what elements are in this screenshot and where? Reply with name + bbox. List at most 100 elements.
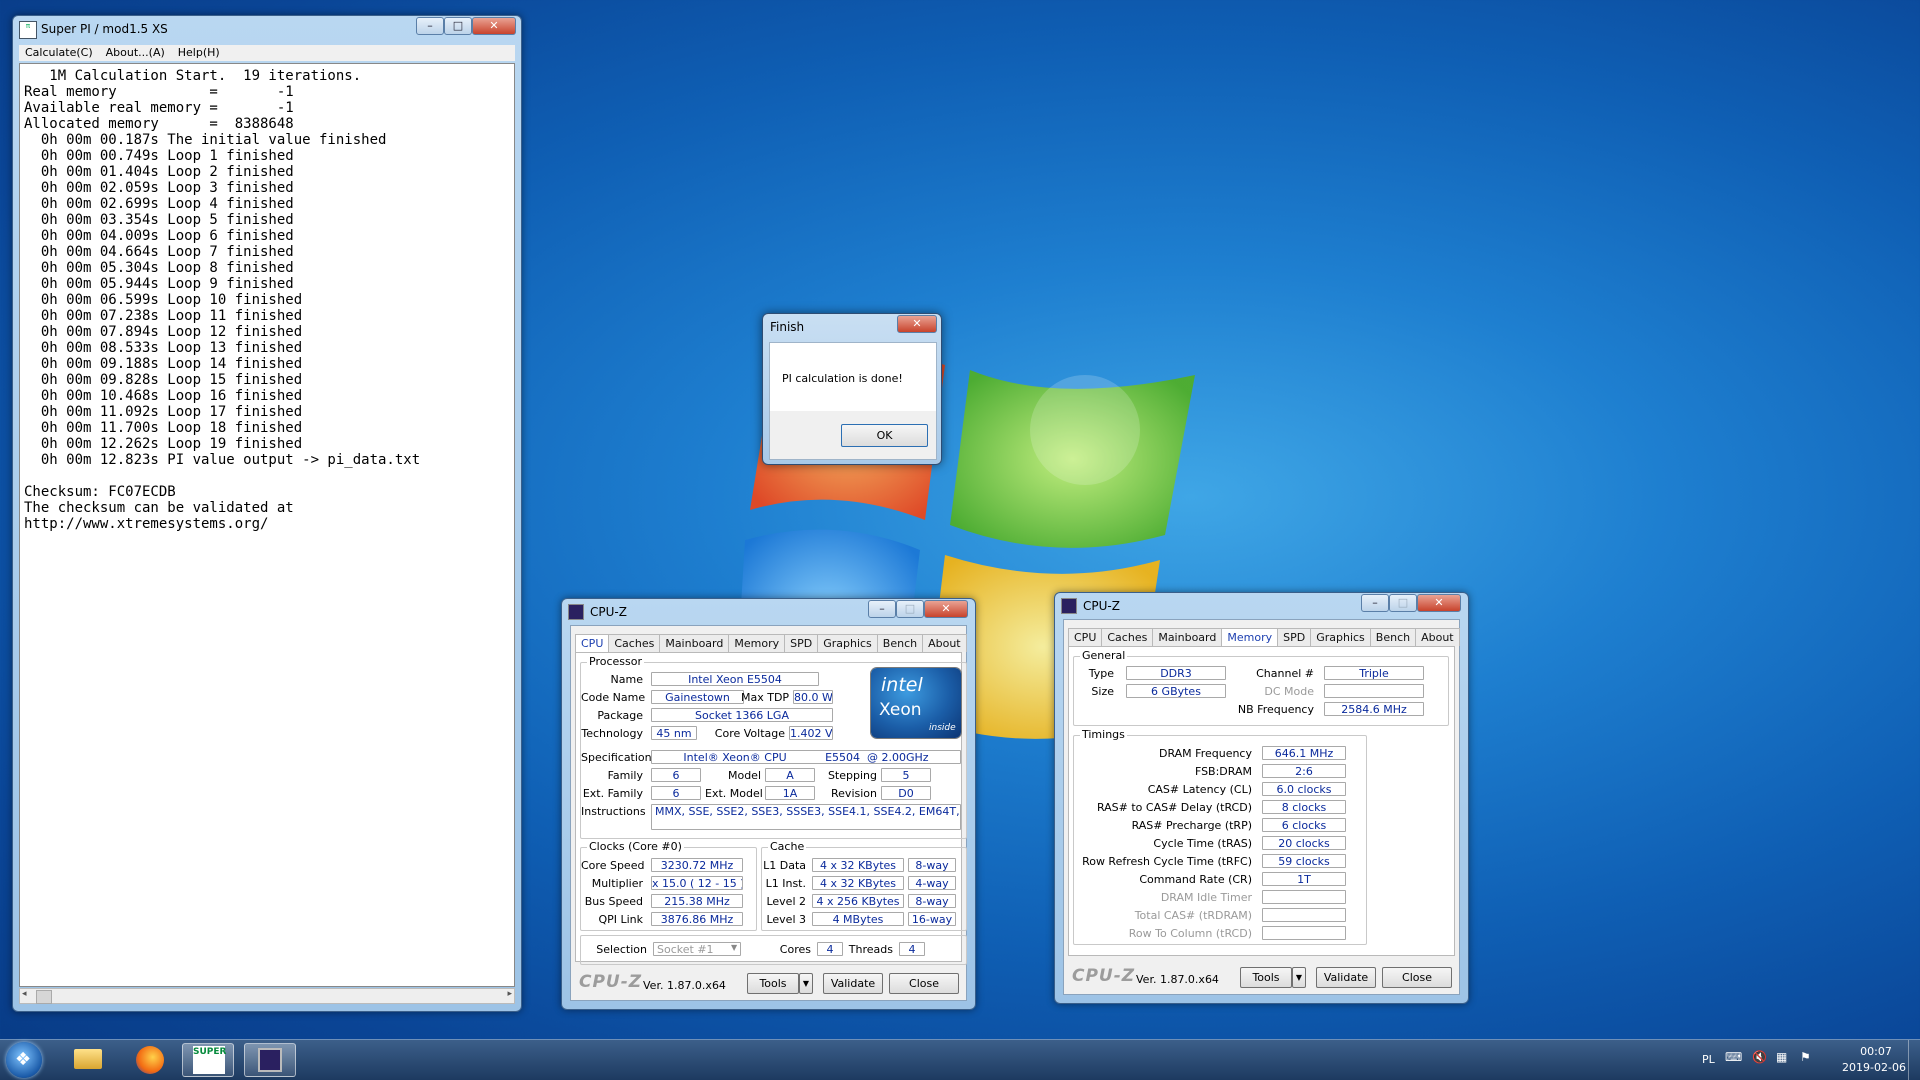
selection-group: Selection Socket #1 ▼ Cores 4 Threads 4	[580, 935, 967, 965]
taskbar-firefox[interactable]	[124, 1043, 176, 1077]
processor-group: Processor Name Intel Xeon E5504 Code Nam…	[580, 655, 967, 839]
folder-icon	[74, 1049, 102, 1069]
timing-label: Total CAS# (tRDRAM)	[1134, 909, 1252, 922]
tab-spd[interactable]: SPD	[1277, 628, 1312, 646]
timing-label: RAS# Precharge (tRP)	[1131, 819, 1252, 832]
close-button[interactable]: ✕	[472, 17, 516, 35]
cache-group: Cache L1 Data 4 x 32 KBytes 8-way L1 Ins…	[761, 840, 967, 931]
cpuz-cpu-window[interactable]: CPU-Z – □ ✕ CPU Caches Mainboard Memory SPD G…	[561, 598, 976, 1010]
tab-graphics[interactable]: Graphics	[817, 634, 878, 652]
console-line: 1M Calculation Start. 19 iterations.	[24, 68, 362, 84]
tab-cpu[interactable]: CPU	[1068, 628, 1103, 646]
console-line: 0h 00m 04.664s Loop 7 finished	[24, 244, 294, 260]
tools-button[interactable]: Tools	[747, 973, 799, 994]
taskbar-explorer[interactable]	[62, 1043, 114, 1077]
cpuz-footer: CPU-Z Ver. 1.87.0.x64 Tools ▼ Validate C…	[1064, 958, 1459, 994]
socket-select[interactable]: Socket #1	[653, 942, 741, 956]
horizontal-scrollbar[interactable]: ◂ ▸	[19, 988, 515, 1004]
tools-dropdown-button[interactable]: ▼	[799, 973, 813, 994]
tab-about[interactable]: About	[922, 634, 967, 652]
threads-value: 4	[899, 942, 925, 956]
superpi-window[interactable]: π Super PI / mod1.5 XS – □ ✕ Calculate(C…	[12, 15, 522, 1012]
tab-bench[interactable]: Bench	[876, 634, 924, 652]
tab-memory[interactable]: Memory	[728, 634, 786, 652]
close-app-button[interactable]: Close	[889, 973, 959, 994]
taskbar-cpuz[interactable]	[244, 1043, 296, 1077]
console-line: 0h 00m 09.188s Loop 14 finished	[24, 356, 303, 372]
tab-caches[interactable]: Caches	[1101, 628, 1154, 646]
taskbar-superpi[interactable]: SUPER	[182, 1043, 234, 1077]
console-line: 0h 00m 00.187s The initial value finishe…	[24, 132, 387, 148]
dialog-ok-button[interactable]: OK	[841, 424, 928, 447]
language-indicator[interactable]: PL	[1702, 1053, 1715, 1066]
stepping-value: 5	[881, 768, 931, 782]
dialog-message: PI calculation is done!	[782, 372, 903, 385]
tools-button[interactable]: Tools	[1240, 967, 1292, 988]
qpi-link-value: 3876.86 MHz	[651, 912, 743, 926]
action-center-icon[interactable]: ⚑	[1800, 1050, 1811, 1064]
timing-value: 8 clocks	[1262, 800, 1346, 814]
tab-caches[interactable]: Caches	[608, 634, 661, 652]
dialog-close-button[interactable]: ✕	[897, 315, 937, 333]
tab-cpu[interactable]: CPU	[575, 634, 610, 653]
console-line: http://www.xtremesystems.org/	[24, 516, 269, 532]
console-line: 0h 00m 05.304s Loop 8 finished	[24, 260, 294, 276]
bus-speed-value: 215.38 MHz	[651, 894, 743, 908]
validate-button[interactable]: Validate	[1316, 967, 1376, 988]
cpuz-memory-window[interactable]: CPU-Z – □ ✕ CPU Caches Mainboard Memory SPD G…	[1054, 592, 1469, 1004]
start-button[interactable]: ❖	[6, 1042, 42, 1078]
console-line: 0h 00m 06.599s Loop 10 finished	[24, 292, 303, 308]
keyboard-icon[interactable]: ⌨	[1725, 1050, 1742, 1064]
console-line: 0h 00m 07.894s Loop 12 finished	[24, 324, 303, 340]
l1-data-assoc: 8-way	[908, 858, 956, 872]
close-app-button[interactable]: Close	[1382, 967, 1452, 988]
minimize-button[interactable]: –	[416, 17, 444, 35]
package-value: Socket 1366 LGA	[651, 708, 833, 722]
tools-dropdown-button[interactable]: ▼	[1292, 967, 1306, 988]
speaker-muted-icon[interactable]: 🔇	[1752, 1050, 1767, 1064]
minimize-button[interactable]: –	[1361, 594, 1389, 612]
superpi-app-icon: π	[19, 21, 37, 39]
minimize-button[interactable]: –	[868, 600, 896, 618]
clock-time[interactable]: 00:07	[1848, 1045, 1904, 1058]
timing-label: Command Rate (CR)	[1139, 873, 1252, 886]
l3-value: 4 MBytes	[812, 912, 904, 926]
network-icon[interactable]: ▦	[1776, 1050, 1787, 1064]
superpi-title: Super PI / mod1.5 XS	[41, 22, 168, 36]
specification-value: Intel® Xeon® CPU E5504 @ 2.00GHz	[651, 750, 961, 764]
tab-bench[interactable]: Bench	[1369, 628, 1417, 646]
maximize-button[interactable]: □	[1389, 594, 1417, 612]
ext-model-value: 1A	[765, 786, 815, 800]
cpuz-brand: CPU-Z	[1072, 966, 1136, 986]
clock-date[interactable]: 2019-02-06	[1834, 1061, 1914, 1074]
tab-mainboard[interactable]: Mainboard	[1152, 628, 1223, 646]
timing-label: DRAM Frequency	[1158, 747, 1252, 760]
menu-help[interactable]: Help(H)	[172, 45, 227, 59]
tab-memory[interactable]: Memory	[1221, 628, 1279, 647]
validate-button[interactable]: Validate	[823, 973, 883, 994]
timing-value: 6 clocks	[1262, 818, 1346, 832]
family-value: 6	[651, 768, 701, 782]
timing-value	[1262, 926, 1346, 940]
close-button[interactable]: ✕	[1417, 594, 1461, 612]
tab-graphics[interactable]: Graphics	[1310, 628, 1371, 646]
maximize-button[interactable]: □	[444, 17, 472, 35]
timing-value: 6.0 clocks	[1262, 782, 1346, 796]
finish-dialog[interactable]: Finish ✕ PI calculation is done! OK	[762, 313, 942, 465]
console-line: Allocated memory = 8388648	[24, 116, 294, 132]
superpi-output-console[interactable]: 1M Calculation Start. 19 iterations. Real…	[19, 63, 515, 987]
tab-spd[interactable]: SPD	[784, 634, 819, 652]
menu-about[interactable]: About...(A)	[100, 45, 172, 59]
timing-label: Cycle Time (tRAS)	[1153, 837, 1252, 850]
show-desktop-button[interactable]	[1908, 1040, 1920, 1080]
multiplier-value: x 15.0 ( 12 - 15 )	[651, 876, 743, 890]
console-line: Available real memory = -1	[24, 100, 294, 116]
console-line: 0h 00m 01.404s Loop 2 finished	[24, 164, 294, 180]
maximize-button[interactable]: □	[896, 600, 924, 618]
close-button[interactable]: ✕	[924, 600, 968, 618]
instructions-value: MMX, SSE, SSE2, SSE3, SSSE3, SSE4.1, SSE…	[651, 804, 961, 830]
tab-mainboard[interactable]: Mainboard	[659, 634, 730, 652]
tab-about[interactable]: About	[1415, 628, 1460, 646]
cpuz-tabs: CPU Caches Mainboard Memory SPD Graphics Bench…	[1068, 628, 1460, 647]
menu-calculate[interactable]: Calculate(C)	[19, 45, 100, 59]
